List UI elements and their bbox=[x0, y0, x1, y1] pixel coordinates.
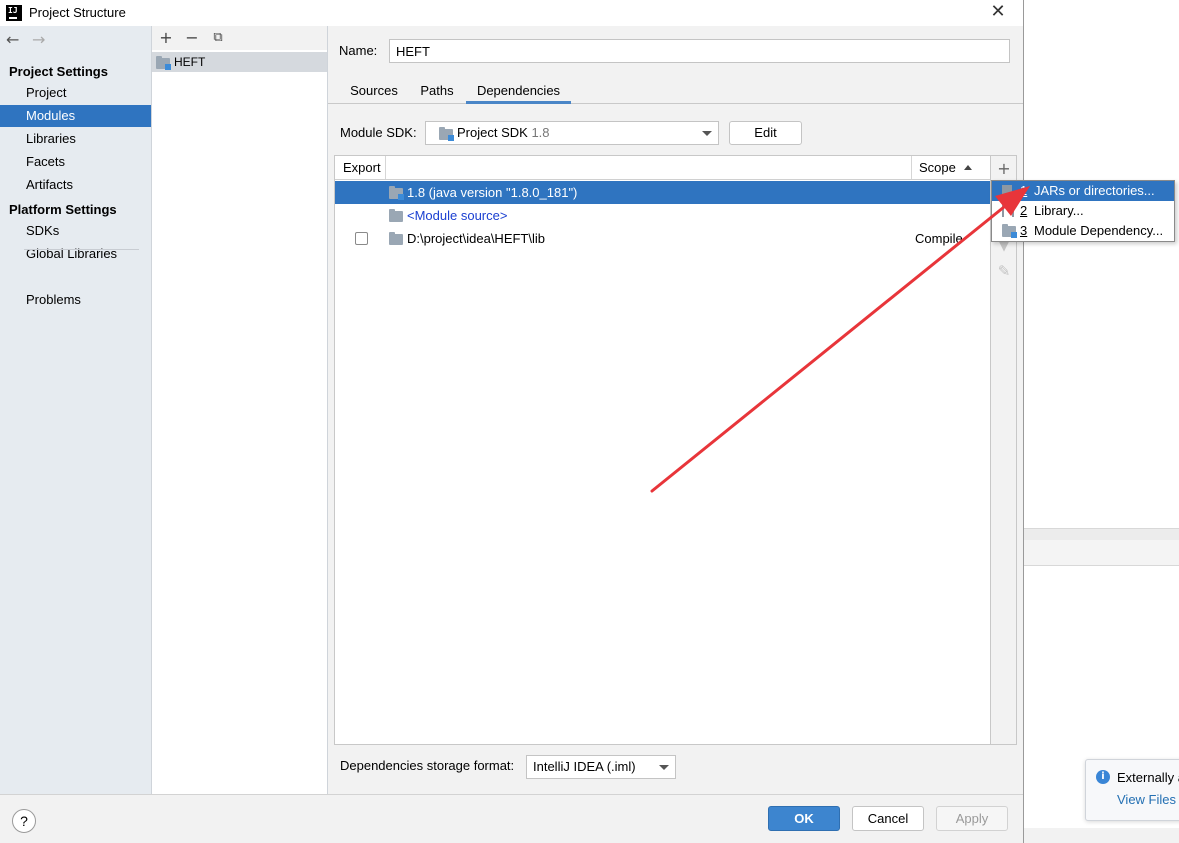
settings-sidebar: ← → Project Settings Project Modules Lib… bbox=[0, 26, 152, 794]
chevron-down-icon bbox=[659, 765, 669, 770]
module-sdk-label: Module SDK: bbox=[340, 125, 417, 140]
edit-dependency-icon[interactable]: ✎ bbox=[991, 260, 1017, 282]
edit-sdk-button[interactable]: Edit bbox=[729, 121, 802, 145]
menu-item-label: Library... bbox=[1034, 203, 1084, 218]
menu-item-library[interactable]: 2 Library... bbox=[992, 201, 1174, 221]
sidebar-item-sdks[interactable]: SDKs bbox=[0, 220, 151, 242]
cancel-button[interactable]: Cancel bbox=[852, 806, 924, 831]
project-settings-header: Project Settings bbox=[9, 64, 108, 79]
dependency-name: 1.8 (java version "1.8.0_181") bbox=[407, 185, 578, 200]
storage-format-dropdown[interactable]: IntelliJ IDEA (.iml) bbox=[526, 755, 676, 779]
background-tool-header bbox=[1024, 540, 1179, 566]
dependency-name: <Module source> bbox=[407, 208, 508, 223]
background-ide-window bbox=[1024, 0, 1179, 843]
background-panel-divider bbox=[1024, 528, 1179, 540]
storage-format-value: IntelliJ IDEA (.iml) bbox=[533, 759, 636, 774]
source-folder-icon bbox=[389, 209, 403, 222]
menu-item-module-dependency[interactable]: 3 Module Dependency... bbox=[992, 221, 1174, 241]
module-icon bbox=[1002, 224, 1017, 238]
back-arrow-icon[interactable]: ← bbox=[6, 30, 19, 49]
sdk-value: Project SDK bbox=[457, 125, 528, 140]
menu-item-number: 2 bbox=[1020, 203, 1028, 218]
module-tabs: Sources Paths Dependencies bbox=[328, 80, 1023, 104]
name-label: Name: bbox=[339, 43, 378, 58]
add-module-icon[interactable]: + bbox=[158, 29, 174, 47]
module-list-panel: + − ⧉ HEFT bbox=[152, 26, 328, 794]
module-sdk-dropdown[interactable]: Project SDK 1.8 bbox=[425, 121, 719, 145]
jar-icon bbox=[1002, 185, 1012, 197]
intellij-logo-icon: IJ bbox=[6, 5, 22, 21]
help-button[interactable]: ? bbox=[12, 809, 36, 833]
table-row[interactable]: 1.8 (java version "1.8.0_181") bbox=[335, 181, 990, 204]
sidebar-divider bbox=[24, 249, 139, 250]
menu-item-jars-or-directories[interactable]: 1 JARs or directories... bbox=[992, 181, 1174, 201]
dependency-name: D:\project\idea\HEFT\lib bbox=[407, 231, 545, 246]
ok-button[interactable]: OK bbox=[768, 806, 840, 831]
column-divider bbox=[385, 156, 386, 179]
jdk-folder-icon bbox=[389, 186, 404, 200]
module-list-toolbar: + − ⧉ bbox=[152, 26, 327, 50]
scope-value[interactable]: Compile bbox=[915, 227, 963, 250]
sdk-version: 1.8 bbox=[531, 125, 550, 140]
menu-item-number: 1 bbox=[1020, 183, 1028, 198]
table-row[interactable]: <Module source> bbox=[335, 204, 990, 227]
info-icon: i bbox=[1096, 770, 1110, 784]
notification-balloon[interactable]: i Externally a View Files bbox=[1085, 759, 1179, 821]
chevron-down-icon bbox=[702, 131, 712, 136]
export-column-header[interactable]: Export bbox=[335, 156, 381, 179]
background-status-strip bbox=[1024, 828, 1179, 843]
add-dependency-icon[interactable]: + bbox=[991, 158, 1017, 180]
storage-format-label: Dependencies storage format: bbox=[340, 758, 515, 773]
notification-text: Externally a bbox=[1117, 770, 1179, 785]
module-name-input[interactable] bbox=[389, 39, 1010, 63]
tab-paths[interactable]: Paths bbox=[416, 80, 458, 104]
dependencies-table: Export Scope 1.8 (java version "1.8.0_18… bbox=[334, 155, 991, 745]
sidebar-item-libraries[interactable]: Libraries bbox=[0, 128, 151, 150]
tab-dependencies[interactable]: Dependencies bbox=[466, 80, 571, 104]
lib-folder-icon bbox=[389, 232, 403, 245]
library-icon bbox=[1002, 205, 1014, 217]
add-dependency-menu: 1 JARs or directories... 2 Library... 3 … bbox=[991, 180, 1175, 242]
sidebar-item-facets[interactable]: Facets bbox=[0, 151, 151, 173]
title-bar: IJ Project Structure ✕ bbox=[0, 0, 1023, 26]
tab-sources[interactable]: Sources bbox=[342, 80, 406, 104]
sidebar-item-modules[interactable]: Modules bbox=[0, 105, 151, 127]
project-structure-dialog: IJ Project Structure ✕ ← → Project Setti… bbox=[0, 0, 1024, 843]
menu-item-label: Module Dependency... bbox=[1034, 223, 1164, 238]
sidebar-item-artifacts[interactable]: Artifacts bbox=[0, 174, 151, 196]
menu-item-label: JARs or directories... bbox=[1034, 183, 1155, 198]
close-button[interactable]: ✕ bbox=[985, 2, 1011, 24]
menu-item-number: 3 bbox=[1020, 223, 1028, 238]
apply-button[interactable]: Apply bbox=[936, 806, 1008, 831]
module-folder-icon bbox=[156, 56, 171, 70]
remove-module-icon[interactable]: − bbox=[184, 29, 200, 47]
sidebar-item-global-libraries[interactable]: Global Libraries bbox=[0, 243, 151, 265]
dialog-button-bar: ? OK Cancel Apply bbox=[0, 794, 1023, 843]
view-files-link[interactable]: View Files bbox=[1117, 792, 1176, 807]
module-name: HEFT bbox=[174, 55, 206, 69]
module-list-item[interactable]: HEFT bbox=[152, 52, 327, 72]
scope-column-header[interactable]: Scope bbox=[911, 156, 972, 179]
export-checkbox[interactable] bbox=[355, 232, 368, 245]
forward-arrow-icon[interactable]: → bbox=[32, 30, 45, 49]
sidebar-item-problems[interactable]: Problems bbox=[0, 289, 151, 311]
dependencies-side-toolbar: + ▼ ✎ bbox=[991, 155, 1017, 745]
scope-header-label: Scope bbox=[919, 160, 956, 175]
table-header: Export Scope bbox=[335, 156, 990, 180]
window-title: Project Structure bbox=[29, 5, 126, 20]
sidebar-item-project[interactable]: Project bbox=[0, 82, 151, 104]
table-row[interactable]: D:\project\idea\HEFT\lib Compile bbox=[335, 227, 990, 250]
sdk-folder-icon bbox=[439, 127, 454, 141]
sort-ascending-icon bbox=[963, 165, 972, 170]
platform-settings-header: Platform Settings bbox=[9, 202, 117, 217]
copy-module-icon[interactable]: ⧉ bbox=[210, 29, 226, 47]
